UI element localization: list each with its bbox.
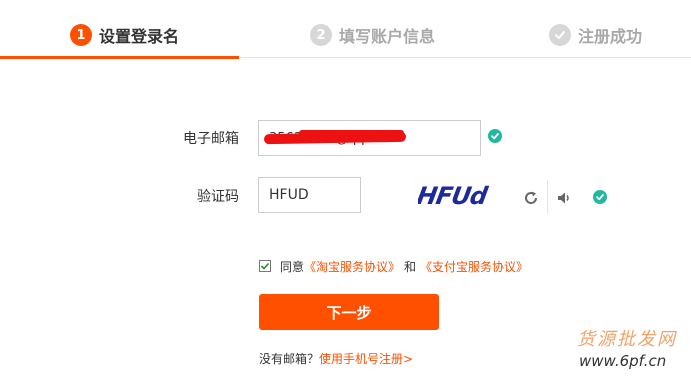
email-label: 电子邮箱 [183,131,239,147]
speaker-icon[interactable] [556,190,572,206]
captcha-image[interactable]: HFUd [418,180,496,210]
captcha-tools-divider [547,180,548,214]
next-step-button[interactable]: 下一步 [259,294,439,330]
step-3-label: 注册成功 [578,27,643,46]
refresh-icon[interactable] [523,190,539,206]
captcha-image-text: HFUd [418,182,490,210]
email-field[interactable]: 35630220@qq.com [258,120,481,156]
step-2-number: 2 [310,24,332,46]
captcha-label: 验证码 [197,189,239,205]
agreement-and: 和 [404,259,417,274]
step-2: 2 填写账户信息 [310,22,435,48]
email-valid-icon [488,129,502,143]
step-1-number: 1 [70,24,92,46]
watermark-url: www.6pf.cn [579,352,667,370]
no-email-text: 没有邮箱？ [259,352,320,366]
step-bar: 1 设置登录名 2 填写账户信息 注册成功 [0,0,691,60]
checkmark-icon [549,24,571,46]
captcha-valid-icon [593,190,607,204]
redaction-scribble [299,130,404,136]
watermark-title: 货源批发网 [577,329,677,350]
active-step-indicator [0,56,239,59]
taobao-agreement-link[interactable]: 《淘宝服务协议》 [304,258,400,275]
step-3: 注册成功 [549,22,642,48]
agreement-prefix: 同意 [280,259,305,274]
agreement-row: 同意 《淘宝服务协议》 和 《支付宝服务协议》 [259,258,528,274]
watermark: 货源批发网 www.6pf.cn [573,325,691,381]
captcha-input[interactable]: HFUD [258,177,361,213]
step-1-label: 设置登录名 [99,27,180,46]
no-email-row: 没有邮箱？使用手机号注册> [259,350,413,367]
phone-register-link[interactable]: 使用手机号注册> [319,352,413,366]
alipay-agreement-link[interactable]: 《支付宝服务协议》 [420,258,528,275]
step-1: 1 设置登录名 [70,22,179,48]
agreement-checkbox[interactable] [259,260,271,272]
step-2-label: 填写账户信息 [339,27,436,46]
captcha-value: HFUD [269,187,309,203]
